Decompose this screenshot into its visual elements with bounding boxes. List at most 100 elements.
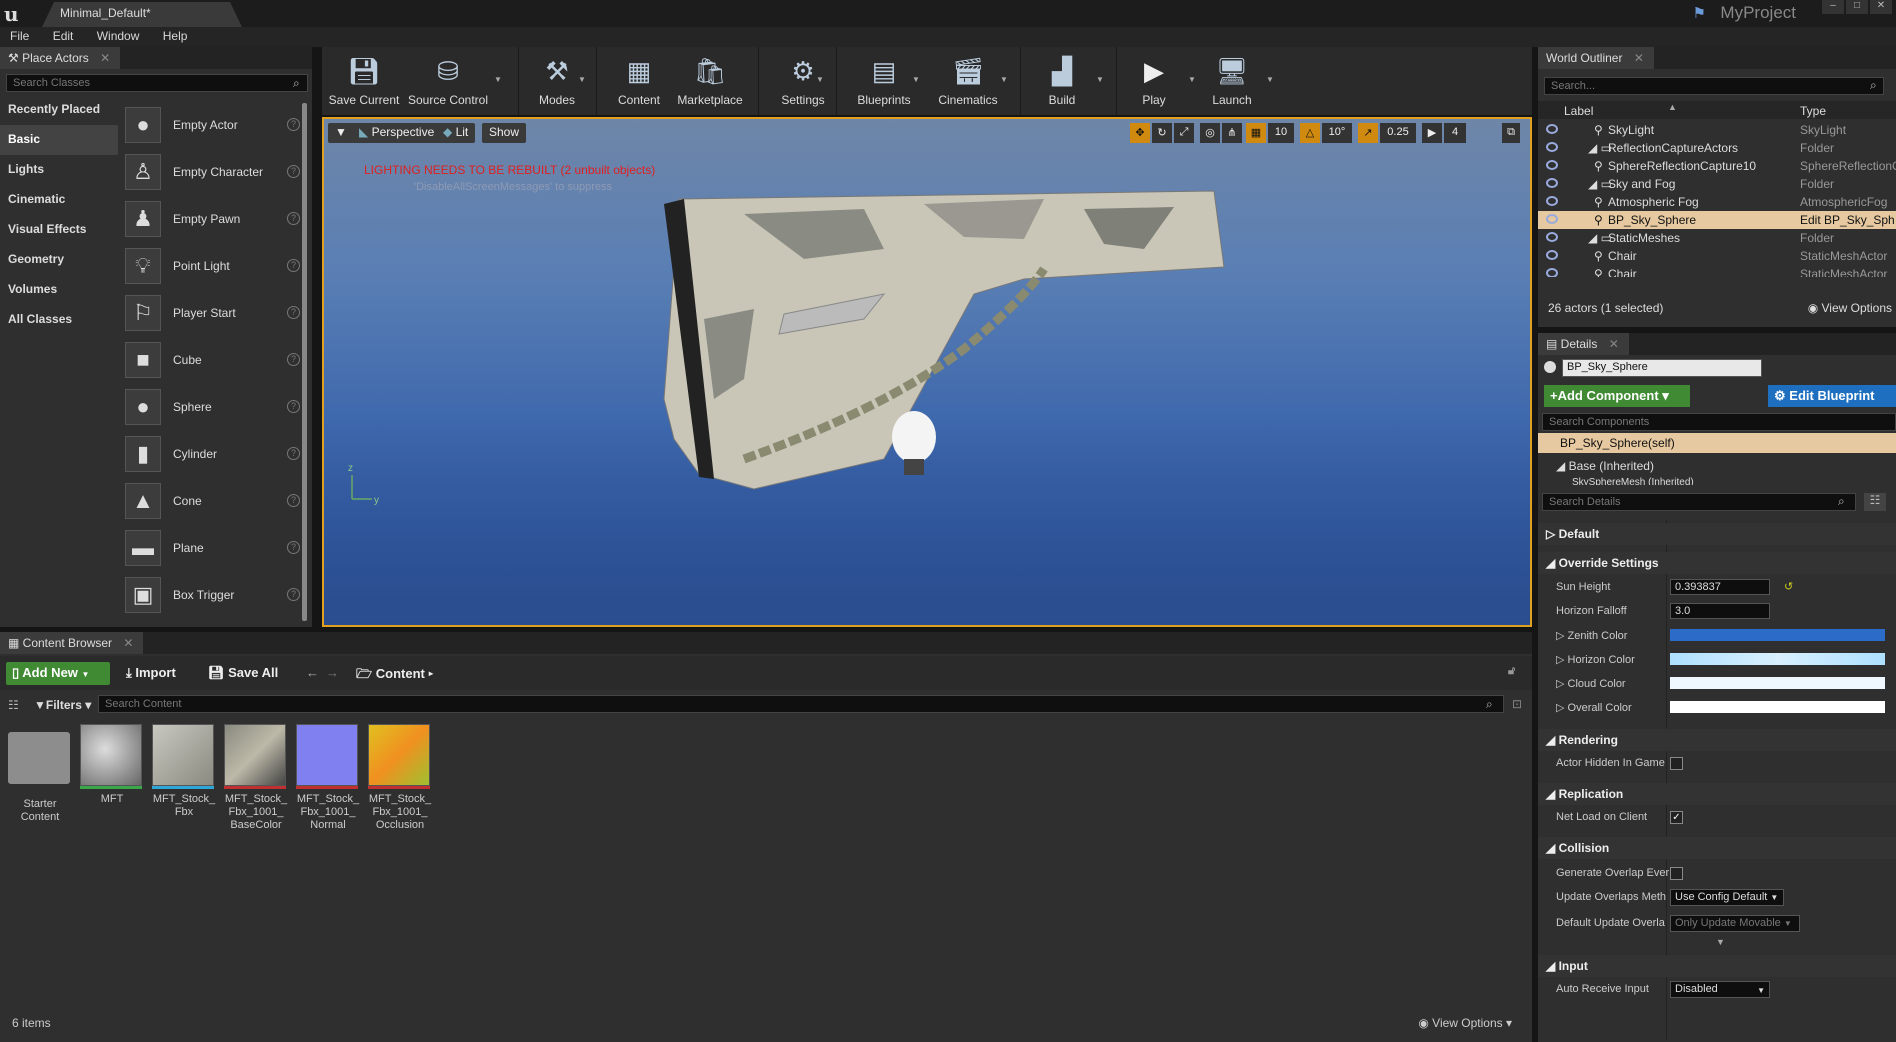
actor-empty-actor[interactable]: ● Empty Actor? — [122, 101, 300, 148]
marketplace-button[interactable]: 🛍︎ Marketplace — [672, 47, 748, 115]
asset-mft[interactable]: MFT — [80, 724, 144, 806]
actor-sphere[interactable]: ● Sphere? — [122, 383, 300, 430]
save-all-button[interactable]: 💾︎ Save All — [208, 665, 278, 681]
section-replication[interactable]: ◢ Replication — [1538, 783, 1896, 805]
place-actors-tab[interactable]: ⚒ Place Actors ✕ — [0, 47, 121, 69]
outliner-row[interactable]: ◢ ▭ StaticMeshes Folder — [1538, 229, 1896, 247]
translate-mode-icon[interactable]: ✥ — [1130, 123, 1150, 143]
generate-overlap-checkbox[interactable] — [1670, 867, 1683, 880]
tab-close-icon[interactable]: ✕ — [123, 636, 133, 650]
visibility-eye-icon[interactable] — [1546, 142, 1558, 152]
asset-occlusion[interactable]: MFT_Stock_ Fbx_1001_ Occlusion — [368, 724, 432, 832]
help-icon[interactable]: ? — [287, 353, 300, 366]
build-caret-icon[interactable]: ▼ — [1096, 75, 1104, 84]
close-icon[interactable]: ✕ — [1870, 0, 1892, 14]
visibility-eye-icon[interactable] — [1546, 160, 1558, 170]
content-browser-tab[interactable]: ▦ Content Browser ✕ — [0, 632, 144, 654]
build-button[interactable]: ▟ Build — [1030, 47, 1094, 115]
self-component-row[interactable]: BP_Sky_Sphere(self) — [1538, 433, 1896, 453]
camera-speed-value[interactable]: 4 — [1444, 123, 1466, 143]
outliner-row[interactable]: ⚲ Chair StaticMeshActor — [1538, 247, 1896, 265]
visibility-eye-icon[interactable] — [1546, 232, 1558, 242]
search-components-input[interactable]: Search Components — [1542, 413, 1896, 431]
search-content-input[interactable]: Search Content — [98, 695, 1504, 713]
actor-plane[interactable]: ▬ Plane? — [122, 524, 300, 571]
section-rendering[interactable]: ◢ Rendering — [1538, 729, 1896, 751]
grid-snap-value[interactable]: 10 — [1268, 123, 1294, 143]
category-lights[interactable]: Lights — [0, 155, 118, 185]
document-tab[interactable]: Minimal_Default* — [42, 2, 242, 27]
outliner-search-input[interactable]: Search... — [1544, 77, 1884, 95]
outliner-row[interactable]: ⚲ BP_Sky_Sphere Edit BP_Sky_Sph — [1538, 211, 1896, 229]
maximize-icon[interactable]: □ — [1846, 0, 1868, 14]
menu-window[interactable]: Window — [87, 27, 150, 43]
details-tab[interactable]: ▤ Details ✕ — [1538, 333, 1629, 355]
search-details-input[interactable]: Search Details — [1542, 493, 1856, 511]
sky-mesh-row[interactable]: SkySphereMesh (Inherited) — [1572, 477, 1694, 485]
scale-mode-icon[interactable]: ⤢ — [1174, 123, 1194, 143]
property-matrix-icon[interactable]: ☷ — [1864, 493, 1886, 511]
forward-arrow-icon[interactable]: → — [326, 665, 339, 680]
zenith-color-swatch[interactable] — [1670, 629, 1885, 641]
scale-snap-icon[interactable]: ↗ — [1358, 123, 1378, 143]
visibility-eye-icon[interactable] — [1546, 250, 1558, 260]
import-button[interactable]: ⤓ Import — [126, 665, 176, 681]
filters-button[interactable]: ▼Filters ▾ — [34, 698, 91, 712]
section-input[interactable]: ◢ Input — [1538, 955, 1896, 977]
actor-empty-pawn[interactable]: ♟ Empty Pawn? — [122, 195, 300, 242]
sun-height-field[interactable]: 0.393837 — [1670, 579, 1770, 595]
scale-snap-value[interactable]: 0.25 — [1380, 123, 1416, 143]
back-arrow-icon[interactable]: ← — [306, 665, 319, 680]
net-load-checkbox[interactable]: ✓ — [1670, 811, 1683, 824]
menu-file[interactable]: File — [0, 27, 39, 43]
horizon-color-swatch[interactable] — [1670, 653, 1885, 665]
horizon-falloff-field[interactable]: 3.0 — [1670, 603, 1770, 619]
category-cinematic[interactable]: Cinematic — [0, 185, 118, 215]
modes-caret-icon[interactable]: ▼ — [578, 75, 586, 84]
launch-caret-icon[interactable]: ▼ — [1266, 75, 1274, 84]
label-column-header[interactable]: Label — [1564, 104, 1593, 118]
show-advanced-icon[interactable]: ▼ — [1716, 937, 1725, 947]
overall-color-swatch[interactable] — [1670, 701, 1885, 713]
type-column-header[interactable]: Type — [1800, 104, 1826, 118]
outliner-view-options-button[interactable]: ◉ View Options — [1808, 301, 1892, 315]
rotation-snap-value[interactable]: 10° — [1322, 123, 1352, 143]
actor-name-field[interactable]: BP_Sky_Sphere — [1562, 359, 1762, 377]
actor-point-light[interactable]: 💡︎ Point Light? — [122, 242, 300, 289]
outliner-row[interactable]: ⚲ SphereReflectionCapture10 SphereReflecti… — [1538, 157, 1896, 175]
actor-player-start[interactable]: ⚐ Player Start? — [122, 289, 300, 336]
launch-button[interactable]: 🖥︎ Launch — [1200, 47, 1264, 115]
actor-cube[interactable]: ■ Cube? — [122, 336, 300, 383]
actor-cylinder[interactable]: ▮ Cylinder? — [122, 430, 300, 477]
minimize-icon[interactable]: – — [1822, 0, 1844, 14]
tab-close-icon[interactable]: ✕ — [100, 51, 110, 65]
category-geometry[interactable]: Geometry — [0, 245, 118, 275]
lock-icon[interactable]: 🔓︎ — [1508, 665, 1515, 678]
section-collision[interactable]: ◢ Collision — [1538, 837, 1896, 859]
help-icon[interactable]: ? — [287, 588, 300, 601]
source-control-caret-icon[interactable]: ▼ — [494, 75, 502, 84]
content-button[interactable]: ▦ Content — [606, 47, 672, 115]
base-inherited-row[interactable]: ◢ Base (Inherited) — [1556, 459, 1654, 473]
default-update-dropdown[interactable]: Only Update Movable ▼ — [1670, 915, 1800, 932]
outliner-row[interactable]: ◢ ▭ Sky and Fog Folder — [1538, 175, 1896, 193]
actor-empty-character[interactable]: ♙ Empty Character? — [122, 148, 300, 195]
category-recently-placed[interactable]: Recently Placed — [0, 95, 118, 125]
grid-snap-icon[interactable]: ▦ — [1246, 123, 1266, 143]
edit-blueprint-button[interactable]: ⚙ Edit Blueprint — [1768, 385, 1896, 407]
menu-edit[interactable]: Edit — [43, 27, 84, 43]
blueprints-caret-icon[interactable]: ▼ — [912, 75, 920, 84]
reset-to-default-icon[interactable]: ↺ — [1784, 580, 1793, 593]
visibility-eye-icon[interactable] — [1546, 178, 1558, 188]
source-control-button[interactable]: ⛁ Source Control — [406, 47, 490, 115]
viewport-options-button[interactable]: ▼ — [328, 123, 354, 143]
menu-help[interactable]: Help — [153, 27, 198, 43]
category-visual-effects[interactable]: Visual Effects — [0, 215, 118, 245]
help-icon[interactable]: ? — [287, 541, 300, 554]
category-basic[interactable]: Basic — [0, 125, 118, 155]
section-default[interactable]: ▷ Default — [1538, 523, 1896, 545]
actor-box-trigger[interactable]: ▣ Box Trigger? — [122, 571, 300, 618]
visibility-eye-icon[interactable] — [1546, 196, 1558, 206]
category-all-classes[interactable]: All Classes — [0, 305, 118, 335]
help-icon[interactable]: ? — [287, 306, 300, 319]
